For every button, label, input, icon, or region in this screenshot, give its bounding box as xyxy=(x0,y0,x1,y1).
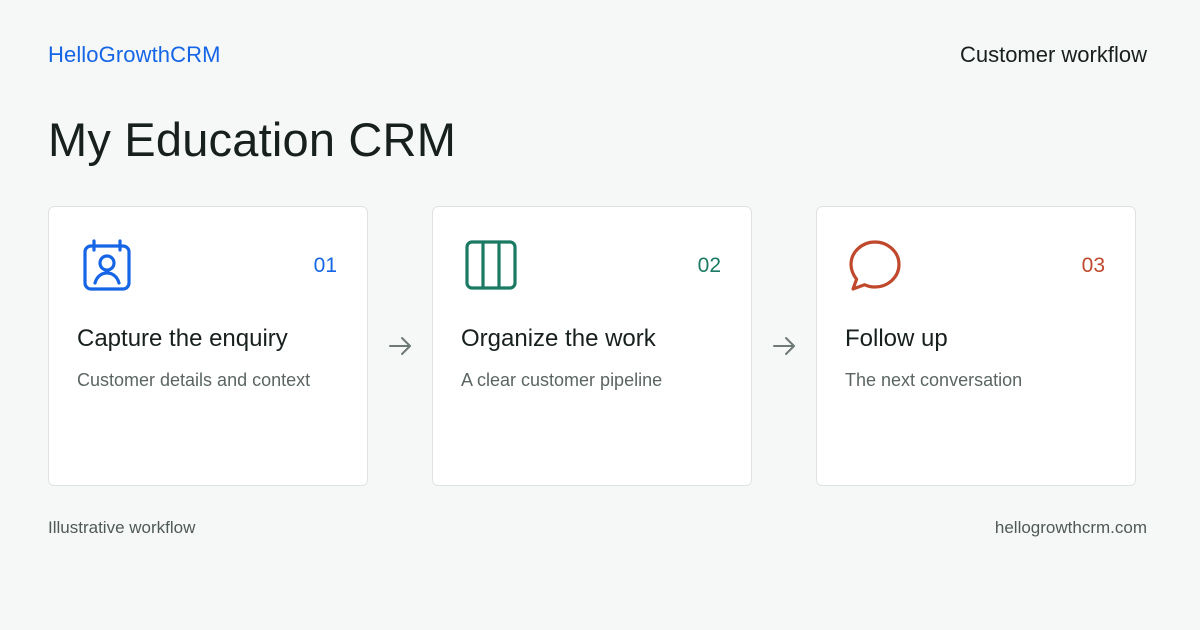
step-heading: Organize the work xyxy=(461,325,656,352)
step-heading: Capture the enquiry xyxy=(77,325,288,352)
contact-card-icon xyxy=(79,237,135,293)
arrow-right-icon xyxy=(384,330,416,362)
step-card-organize: 02 Organize the work A clear customer pi… xyxy=(432,206,752,486)
step-description: A clear customer pipeline xyxy=(461,370,663,390)
step-card-capture: 01 Capture the enquiry Customer details … xyxy=(48,206,368,486)
step-number: 03 xyxy=(1081,254,1105,277)
step-description: Customer details and context xyxy=(77,370,311,390)
page-title: My Education CRM xyxy=(48,113,457,166)
header-tagline: Customer workflow xyxy=(959,42,1147,67)
step-card-follow-up: 03 Follow up The next conversation xyxy=(816,206,1136,486)
footer-note: Illustrative workflow xyxy=(48,518,196,537)
arrow-right-icon xyxy=(768,330,800,362)
footer-website-link[interactable]: hellogrowthcrm.com xyxy=(995,518,1147,538)
columns-board-icon xyxy=(463,237,519,293)
step-number: 01 xyxy=(313,254,337,277)
step-description: The next conversation xyxy=(845,370,1023,390)
chat-bubble-icon xyxy=(847,237,903,293)
brand-logo-text[interactable]: HelloGrowthCRM xyxy=(48,42,221,68)
step-number: 02 xyxy=(697,254,721,277)
step-heading: Follow up xyxy=(845,325,948,352)
